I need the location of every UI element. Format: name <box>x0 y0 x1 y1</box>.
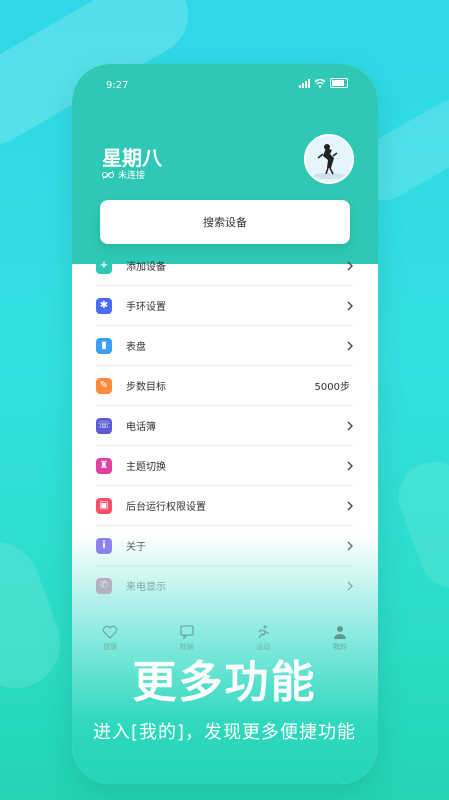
chevron-right-icon <box>347 341 353 350</box>
link-broken-icon <box>102 170 114 179</box>
list-item-label: 后台运行权限设置 <box>126 502 206 513</box>
steps-icon: ✎ <box>96 377 112 394</box>
list-item-label: 表盘 <box>126 342 146 353</box>
wifi-icon <box>314 78 326 88</box>
chevron-right-icon <box>347 301 353 310</box>
status-icons <box>299 78 348 88</box>
list-item[interactable]: + 添加设备 <box>96 246 354 286</box>
shirt-icon: ♜ <box>96 457 112 474</box>
chevron-right-icon <box>347 261 353 270</box>
phonebook-icon: ☏ <box>96 417 112 434</box>
gear-icon: ✱ <box>96 297 112 314</box>
avatar-image <box>306 136 352 182</box>
list-item[interactable]: ♜ 主题切换 <box>96 446 354 486</box>
battery-icon <box>330 78 348 88</box>
list-item[interactable]: ☏ 电话簿 <box>96 406 354 446</box>
promo-headline: 更多功能 <box>132 657 317 708</box>
plus-icon: + <box>96 257 112 274</box>
list-item-label: 电话簿 <box>126 422 156 433</box>
list-item-label: 步数目标 <box>126 382 166 393</box>
list-item[interactable]: ▣ 后台运行权限设置 <box>96 486 354 526</box>
list-item[interactable]: ✎ 步数目标 5000步 <box>96 366 354 406</box>
connection-status-text: 未连接 <box>118 171 146 181</box>
page-title: 星期八 <box>102 146 162 170</box>
status-bar: 9:27 <box>72 64 378 104</box>
chevron-right-icon <box>347 461 353 470</box>
avatar[interactable] <box>304 134 354 184</box>
list-item[interactable]: ▮ 表盘 <box>96 326 354 366</box>
connection-status: 未连接 <box>102 168 145 181</box>
chevron-right-icon <box>347 421 353 430</box>
heart-icon <box>103 625 118 639</box>
list-item-label: 主题切换 <box>126 462 166 473</box>
lock-icon: ▣ <box>96 497 112 514</box>
list-item-label: 添加设备 <box>126 262 166 273</box>
list-item[interactable]: ✱ 手环设置 <box>96 286 354 326</box>
list-item-value: 5000步 <box>314 382 350 393</box>
watch-icon: ▮ <box>96 337 112 354</box>
status-time: 9:27 <box>106 80 129 91</box>
run-icon <box>258 625 270 639</box>
chevron-right-icon <box>347 501 353 510</box>
person-icon <box>333 626 346 639</box>
search-device-label: 搜索设备 <box>203 216 247 229</box>
chat-icon <box>180 625 194 640</box>
search-device-button[interactable]: 搜索设备 <box>100 200 350 244</box>
list-item-label: 手环设置 <box>126 302 166 313</box>
promo-subtitle: 进入[我的]，发现更多便捷功能 <box>92 722 357 743</box>
signal-icon <box>299 78 310 88</box>
background-shape <box>388 451 449 599</box>
